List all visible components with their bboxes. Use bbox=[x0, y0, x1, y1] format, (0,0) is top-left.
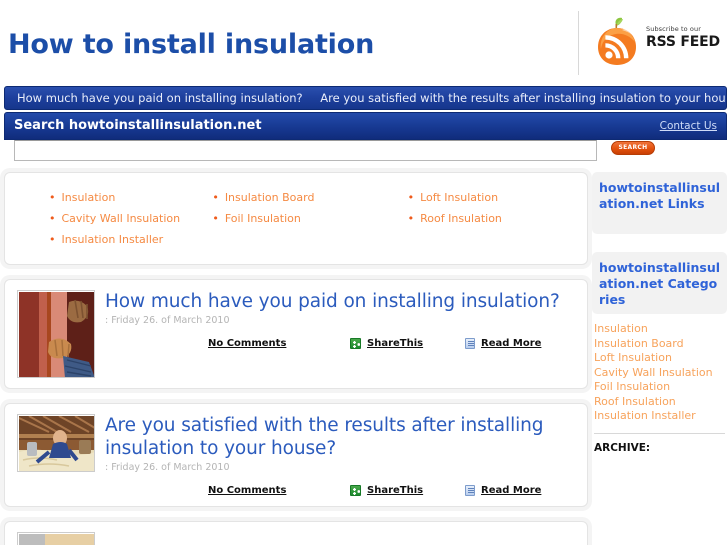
quick-link[interactable]: • Foil Insulation bbox=[212, 208, 389, 229]
bullet-icon: • bbox=[212, 191, 219, 204]
wall-insulation-photo-icon bbox=[19, 292, 94, 377]
quick-link[interactable]: • Loft Insulation bbox=[408, 187, 577, 208]
sidebar-divider bbox=[594, 432, 725, 434]
quick-link-label: Insulation Installer bbox=[61, 233, 164, 246]
share-slot[interactable]: ShareThis bbox=[350, 338, 465, 349]
article-meta-row: No Comments ShareThis Read More bbox=[105, 338, 575, 349]
quick-links-grid: • Insulation • Cavity Wall Insulation • … bbox=[15, 187, 577, 250]
ticker-item[interactable]: Are you satisfied with the results after… bbox=[320, 91, 726, 105]
article-date: : Friday 26. of March 2010 bbox=[105, 315, 230, 326]
sidebar-links-title: howtoinstallinsulation.net Links bbox=[599, 180, 721, 211]
article-thumbnail-image bbox=[17, 290, 95, 378]
comments-slot: No Comments bbox=[200, 338, 350, 349]
article-card bbox=[4, 521, 588, 545]
quick-link-label: Insulation Board bbox=[224, 191, 315, 204]
search-button[interactable]: SEARCH bbox=[611, 141, 655, 155]
read-more-link[interactable]: Read More bbox=[481, 485, 541, 496]
news-ticker-track: How much have you paid on installing ins… bbox=[5, 87, 726, 109]
contact-us-link[interactable]: Contact Us bbox=[660, 120, 717, 132]
article-meta-row: No Comments ShareThis Read More bbox=[105, 485, 575, 496]
bullet-icon: • bbox=[212, 212, 219, 225]
sharethis-icon bbox=[350, 338, 361, 349]
sidebar-category-list: Insulation Insulation Board Loft Insulat… bbox=[592, 322, 727, 424]
document-icon bbox=[465, 485, 475, 496]
article-body: Are you satisfied with the results after… bbox=[105, 414, 575, 496]
article-body: How much have you paid on installing ins… bbox=[105, 290, 575, 378]
sidebar-category-item[interactable]: Loft Insulation bbox=[594, 351, 727, 366]
quick-link-label: Foil Insulation bbox=[224, 212, 301, 225]
article-date: : Friday 26. of March 2010 bbox=[105, 462, 230, 473]
read-more-slot[interactable]: Read More bbox=[465, 485, 575, 496]
article-body bbox=[105, 532, 575, 545]
rss-feed-label: RSS FEED bbox=[646, 34, 720, 50]
bullet-icon: • bbox=[407, 212, 415, 225]
quick-link[interactable]: • Insulation bbox=[49, 187, 202, 208]
rss-apple-icon bbox=[598, 17, 636, 65]
share-slot[interactable]: ShareThis bbox=[350, 485, 465, 496]
bullet-icon: • bbox=[407, 191, 415, 204]
rss-text-block: Subscribe to our RSS FEED bbox=[646, 25, 726, 50]
article-thumbnail[interactable] bbox=[17, 290, 95, 378]
article-title[interactable]: Are you satisfied with the results after… bbox=[105, 414, 575, 460]
sidebar-categories-title: howtoinstallinsulation.net Categories bbox=[599, 260, 721, 307]
ticker-item[interactable]: How much have you paid on installing ins… bbox=[17, 91, 303, 105]
quick-link[interactable]: • Insulation Installer bbox=[49, 229, 202, 250]
article-card: How much have you paid on installing ins… bbox=[4, 279, 588, 389]
insulation-photo-icon bbox=[19, 534, 94, 545]
sidebar-archive-label: ARCHIVE: bbox=[594, 441, 651, 454]
header-divider bbox=[578, 11, 579, 75]
sidebar-category-item[interactable]: Insulation Installer bbox=[594, 409, 727, 424]
search-bar-label: Search howtoinstallinsulation.net bbox=[14, 118, 262, 133]
no-comments-link[interactable]: No Comments bbox=[208, 485, 286, 496]
main-content-column: • Insulation • Cavity Wall Insulation • … bbox=[4, 172, 588, 545]
sidebar-category-item[interactable]: Insulation bbox=[594, 322, 727, 337]
search-bar: Search howtoinstallinsulation.net Contac… bbox=[4, 112, 727, 140]
quick-link[interactable]: • Cavity Wall Insulation bbox=[49, 208, 202, 229]
quick-links-column: • Insulation • Cavity Wall Insulation • … bbox=[15, 187, 202, 250]
quick-link[interactable]: • Roof Insulation bbox=[408, 208, 577, 229]
quick-links-column: • Insulation Board • Foil Insulation bbox=[202, 187, 389, 250]
bullet-icon: • bbox=[49, 212, 56, 225]
rss-subscribe-block[interactable]: Subscribe to our RSS FEED bbox=[590, 13, 727, 75]
read-more-link[interactable]: Read More bbox=[481, 338, 541, 349]
loft-insulation-photo-icon bbox=[18, 415, 94, 471]
comments-slot: No Comments bbox=[200, 485, 350, 496]
article-card: Are you satisfied with the results after… bbox=[4, 403, 588, 507]
sidebar-category-item[interactable]: Cavity Wall Insulation bbox=[594, 366, 727, 381]
article-thumbnail[interactable] bbox=[17, 532, 95, 545]
quick-link-label: Roof Insulation bbox=[420, 212, 502, 225]
bullet-icon: • bbox=[49, 191, 56, 204]
quick-link-label: Insulation bbox=[61, 191, 116, 204]
quick-link-label: Cavity Wall Insulation bbox=[61, 212, 181, 225]
document-icon bbox=[465, 338, 475, 349]
quick-links-card: • Insulation • Cavity Wall Insulation • … bbox=[4, 172, 588, 265]
article-title[interactable]: How much have you paid on installing ins… bbox=[105, 290, 575, 313]
sidebar-links-widget: howtoinstallinsulation.net Links bbox=[592, 172, 727, 234]
article-thumbnail[interactable] bbox=[17, 414, 95, 496]
page-root: How to install insulation Subscribe to o… bbox=[0, 0, 727, 545]
quick-link-label: Loft Insulation bbox=[420, 191, 499, 204]
rss-subscribe-line: Subscribe to our bbox=[646, 25, 701, 33]
quick-links-column: • Loft Insulation • Roof Insulation bbox=[390, 187, 577, 250]
page-title: How to install insulation bbox=[8, 29, 375, 60]
sidebar-categories-widget: howtoinstallinsulation.net Categories bbox=[592, 252, 727, 314]
search-row: SEARCH bbox=[4, 140, 727, 162]
no-comments-link[interactable]: No Comments bbox=[208, 338, 286, 349]
article-thumbnail-image bbox=[17, 532, 95, 545]
article-thumbnail-image bbox=[17, 414, 95, 472]
sharethis-link[interactable]: ShareThis bbox=[367, 338, 423, 349]
sharethis-link[interactable]: ShareThis bbox=[367, 485, 423, 496]
bullet-icon: • bbox=[49, 233, 56, 246]
news-ticker[interactable]: How much have you paid on installing ins… bbox=[4, 86, 727, 110]
quick-link[interactable]: • Insulation Board bbox=[212, 187, 389, 208]
sidebar: howtoinstallinsulation.net Links howtoin… bbox=[592, 172, 727, 454]
sharethis-icon bbox=[350, 485, 361, 496]
site-header: How to install insulation Subscribe to o… bbox=[0, 0, 727, 86]
search-input[interactable] bbox=[14, 140, 597, 161]
sidebar-category-item[interactable]: Foil Insulation bbox=[594, 380, 727, 395]
read-more-slot[interactable]: Read More bbox=[465, 338, 575, 349]
sidebar-category-item[interactable]: Roof Insulation bbox=[594, 395, 727, 410]
sidebar-category-item[interactable]: Insulation Board bbox=[594, 337, 727, 352]
